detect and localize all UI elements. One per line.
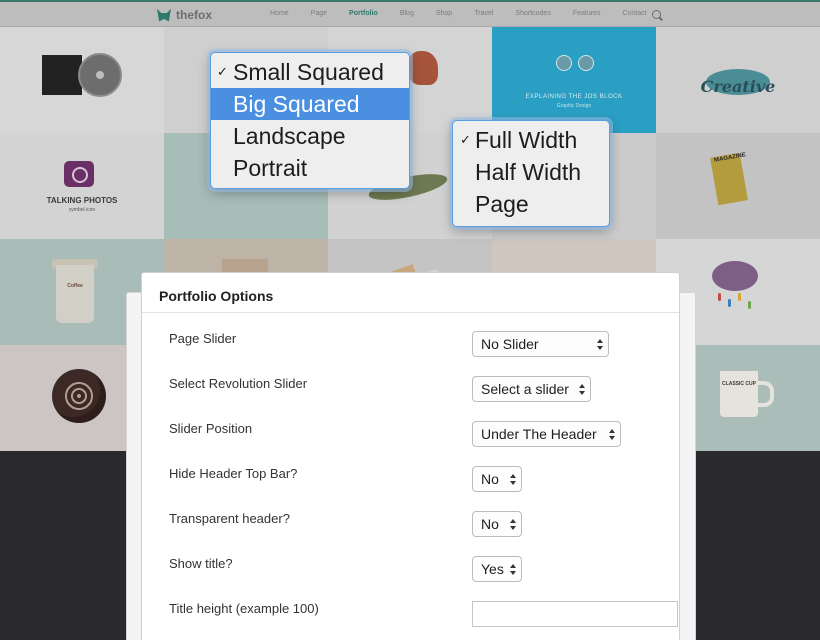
option-label: Portrait: [233, 155, 308, 181]
checkmark-icon: ✓: [217, 64, 228, 79]
width-option-full-width[interactable]: ✓ Full Width: [453, 124, 609, 156]
slider-position-select[interactable]: Under The Header: [472, 421, 621, 447]
select-arrows-icon: [510, 519, 516, 530]
show-title-label: Show title?: [169, 556, 233, 571]
revolution-slider-value: Select a slider: [481, 381, 569, 397]
transparent-header-value: No: [481, 516, 499, 532]
width-option-page[interactable]: Page: [453, 188, 609, 220]
slider-position-label: Slider Position: [169, 421, 253, 436]
select-arrows-icon: [510, 474, 516, 485]
sphere-image: [52, 369, 106, 423]
zoom-icon[interactable]: [578, 55, 594, 71]
hide-top-bar-select[interactable]: No: [472, 466, 522, 492]
layout-option-small-squared[interactable]: ✓ Small Squared: [211, 56, 409, 88]
portfolio-tile[interactable]: TALKING PHOTOS symbol icon: [0, 133, 164, 239]
panel-title: Portfolio Options: [159, 288, 274, 304]
title-height-label: Title height (example 100): [169, 601, 319, 616]
revolution-slider-select[interactable]: Select a slider: [472, 376, 591, 402]
red-panda-image: [408, 51, 438, 85]
raindrop: [728, 299, 731, 307]
checkmark-icon: ✓: [460, 132, 471, 147]
logo-text: thefox: [176, 8, 212, 22]
show-title-select[interactable]: Yes: [472, 556, 522, 582]
creative-logo-text: Creative: [700, 77, 776, 96]
portfolio-options-panel: Portfolio Options Page Slider No Slider …: [141, 272, 680, 640]
raindrop: [748, 301, 751, 309]
nav-item-contact[interactable]: Contact: [622, 10, 646, 17]
transparent-header-select[interactable]: No: [472, 511, 522, 537]
option-label: Big Squared: [233, 91, 360, 117]
coffee-cup-image: [56, 265, 94, 323]
nav-item-page[interactable]: Page: [311, 10, 327, 17]
site-logo[interactable]: thefox: [157, 7, 212, 23]
show-title-value: Yes: [481, 561, 504, 577]
portfolio-tile[interactable]: [0, 27, 164, 133]
camera-icon: [64, 161, 94, 187]
raindrop: [738, 293, 741, 301]
layout-option-portrait[interactable]: Portrait: [211, 152, 409, 184]
tile-subtitle: symbol icon: [68, 207, 96, 213]
main-nav: Home Page Portfolio Blog Shop Travel Sho…: [270, 10, 669, 17]
mug-label: CLASSIC CUP: [722, 381, 756, 387]
hide-top-bar-value: No: [481, 471, 499, 487]
fox-logo-icon: [157, 8, 171, 22]
option-label: Page: [475, 191, 529, 217]
nav-item-home[interactable]: Home: [270, 10, 289, 17]
cloud-illustration: [712, 261, 758, 291]
portfolio-layout-dropdown: ✓ Small Squared Big Squared Landscape Po…: [210, 52, 410, 189]
transparent-header-label: Transparent header?: [169, 511, 290, 526]
slider-position-value: Under The Header: [481, 426, 597, 442]
option-label: Half Width: [475, 159, 582, 185]
hide-top-bar-label: Hide Header Top Bar?: [169, 466, 298, 481]
tile-title: TALKING PHOTOS: [46, 196, 118, 205]
layout-option-landscape[interactable]: Landscape: [211, 120, 409, 152]
panel-header: Portfolio Options: [142, 273, 679, 313]
select-arrows-icon: [510, 564, 516, 575]
select-arrows-icon: [609, 429, 615, 440]
search-icon[interactable]: [652, 10, 661, 19]
mug-image: [720, 371, 774, 417]
select-arrows-icon: [579, 384, 585, 395]
tile-category: Graphic Design: [556, 103, 592, 109]
nav-item-shop[interactable]: Shop: [436, 10, 452, 17]
page-slider-select[interactable]: No Slider: [472, 331, 609, 357]
nav-item-blog[interactable]: Blog: [400, 10, 414, 17]
option-label: Landscape: [233, 123, 346, 149]
nav-item-portfolio[interactable]: Portfolio: [349, 10, 378, 17]
portfolio-tile-featured[interactable]: EXPLAINING THE JOS BLOCK Graphic Design: [492, 27, 656, 133]
revolution-slider-label: Select Revolution Slider: [169, 376, 308, 391]
title-height-input[interactable]: [472, 601, 678, 627]
portfolio-tile[interactable]: Creative: [656, 27, 820, 133]
select-arrows-icon: [597, 339, 603, 350]
link-icon[interactable]: [556, 55, 572, 71]
nav-item-features[interactable]: Features: [573, 10, 601, 17]
page-slider-label: Page Slider: [169, 331, 237, 346]
option-label: Full Width: [475, 127, 578, 153]
raindrop: [718, 293, 721, 301]
width-option-half-width[interactable]: Half Width: [453, 156, 609, 188]
layout-option-big-squared[interactable]: Big Squared: [211, 88, 409, 120]
portfolio-tile[interactable]: MAGAZINE: [656, 133, 820, 239]
option-label: Small Squared: [233, 59, 384, 85]
page-slider-value: No Slider: [481, 336, 539, 352]
cd-disc: [78, 53, 122, 97]
cup-label: Coffee: [67, 283, 83, 289]
tile-title: EXPLAINING THE JOS BLOCK: [525, 94, 623, 100]
site-header: thefox Home Page Portfolio Blog Shop Tra…: [0, 0, 820, 27]
portfolio-width-dropdown: ✓ Full Width Half Width Page: [452, 120, 610, 227]
nav-item-shortcodes[interactable]: Shortcodes: [515, 10, 550, 17]
nav-item-travel[interactable]: Travel: [474, 10, 493, 17]
cd-cover: [42, 55, 82, 95]
